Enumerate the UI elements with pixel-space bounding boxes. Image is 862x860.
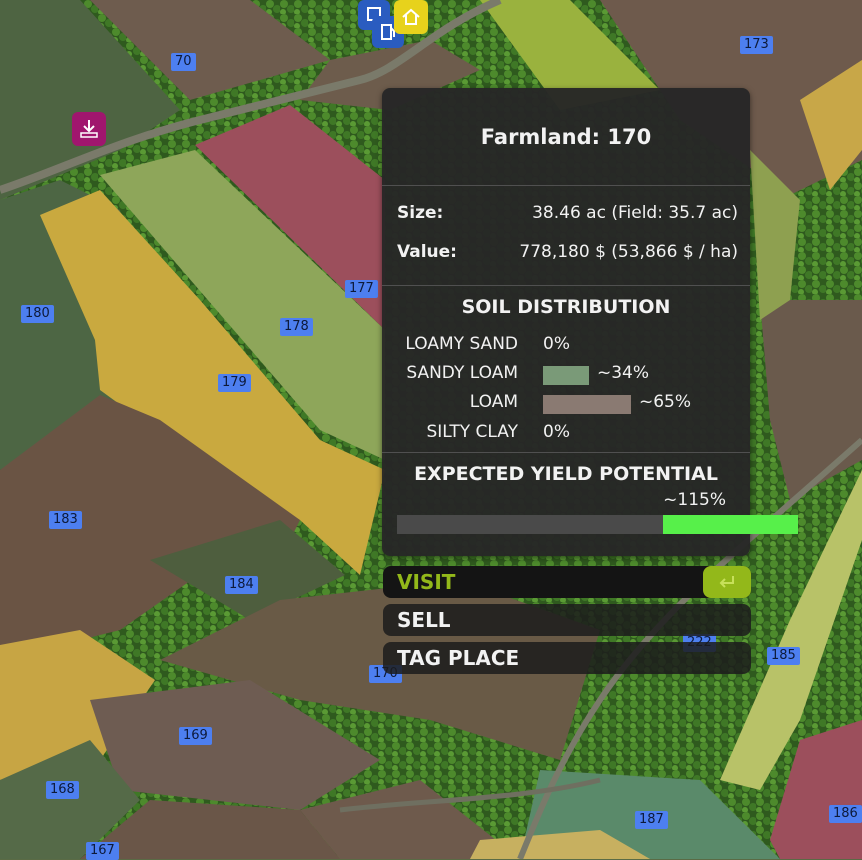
soil-bar	[543, 366, 589, 385]
field-label-184[interactable]: 184	[225, 576, 258, 594]
soil-row: LOAMY SAND 0%	[382, 334, 750, 358]
value-label: Value:	[397, 242, 457, 262]
size-label: Size:	[397, 203, 444, 223]
yield-percent: ~115%	[663, 490, 726, 510]
field-label-180[interactable]: 180	[21, 305, 54, 323]
farmland-info-panel: Farmland: 170 Size: 38.46 ac (Field: 35.…	[382, 88, 798, 556]
divider	[382, 185, 750, 186]
soil-row: LOAM ~65%	[382, 392, 750, 416]
soil-percent: 0%	[543, 422, 570, 442]
soil-row: SANDY LOAM ~34%	[382, 363, 750, 387]
soil-bar	[543, 395, 631, 414]
enter-key-icon[interactable]	[703, 566, 751, 598]
visit-button[interactable]: VISIT	[383, 566, 751, 598]
field-label-185[interactable]: 185	[767, 647, 800, 665]
visit-label: VISIT	[397, 570, 456, 594]
yield-bar	[397, 515, 798, 534]
soil-row: SILTY CLAY 0%	[382, 422, 750, 446]
field-label-177[interactable]: 177	[345, 280, 378, 298]
field-label-167[interactable]: 167	[86, 842, 119, 860]
field-label-70[interactable]: 70	[171, 53, 196, 71]
tag-place-label: TAG PLACE	[397, 646, 520, 670]
soil-name: SANDY LOAM	[406, 363, 518, 383]
sell-button[interactable]: SELL	[383, 604, 751, 636]
soil-distribution-title: SOIL DISTRIBUTION	[461, 296, 671, 318]
divider	[382, 285, 750, 286]
yield-bar-fill	[663, 515, 798, 534]
soil-name: SILTY CLAY	[426, 422, 518, 442]
field-label-178[interactable]: 178	[280, 318, 313, 336]
tag-place-button[interactable]: TAG PLACE	[383, 642, 751, 674]
field-label-168[interactable]: 168	[46, 781, 79, 799]
size-value: 38.46 ac (Field: 35.7 ac)	[532, 203, 738, 223]
field-label-179[interactable]: 179	[218, 374, 251, 392]
field-label-186[interactable]: 186	[829, 805, 862, 823]
soil-name: LOAM	[469, 392, 518, 412]
download-icon[interactable]	[72, 112, 106, 146]
field-label-173[interactable]: 173	[740, 36, 773, 54]
field-label-169[interactable]: 169	[179, 727, 212, 745]
home-icon[interactable]	[394, 0, 428, 34]
soil-percent: 0%	[543, 334, 570, 354]
field-label-183[interactable]: 183	[49, 511, 82, 529]
panel-title: Farmland: 170	[480, 124, 652, 149]
soil-percent: ~34%	[597, 363, 650, 383]
yield-potential-title: EXPECTED YIELD POTENTIAL	[414, 463, 718, 485]
field-label-187[interactable]: 187	[635, 811, 668, 829]
divider	[382, 452, 750, 453]
sell-label: SELL	[397, 608, 451, 632]
soil-percent: ~65%	[639, 392, 692, 412]
soil-name: LOAMY SAND	[405, 334, 518, 354]
value-value: 778,180 $ (53,866 $ / ha)	[519, 242, 738, 262]
